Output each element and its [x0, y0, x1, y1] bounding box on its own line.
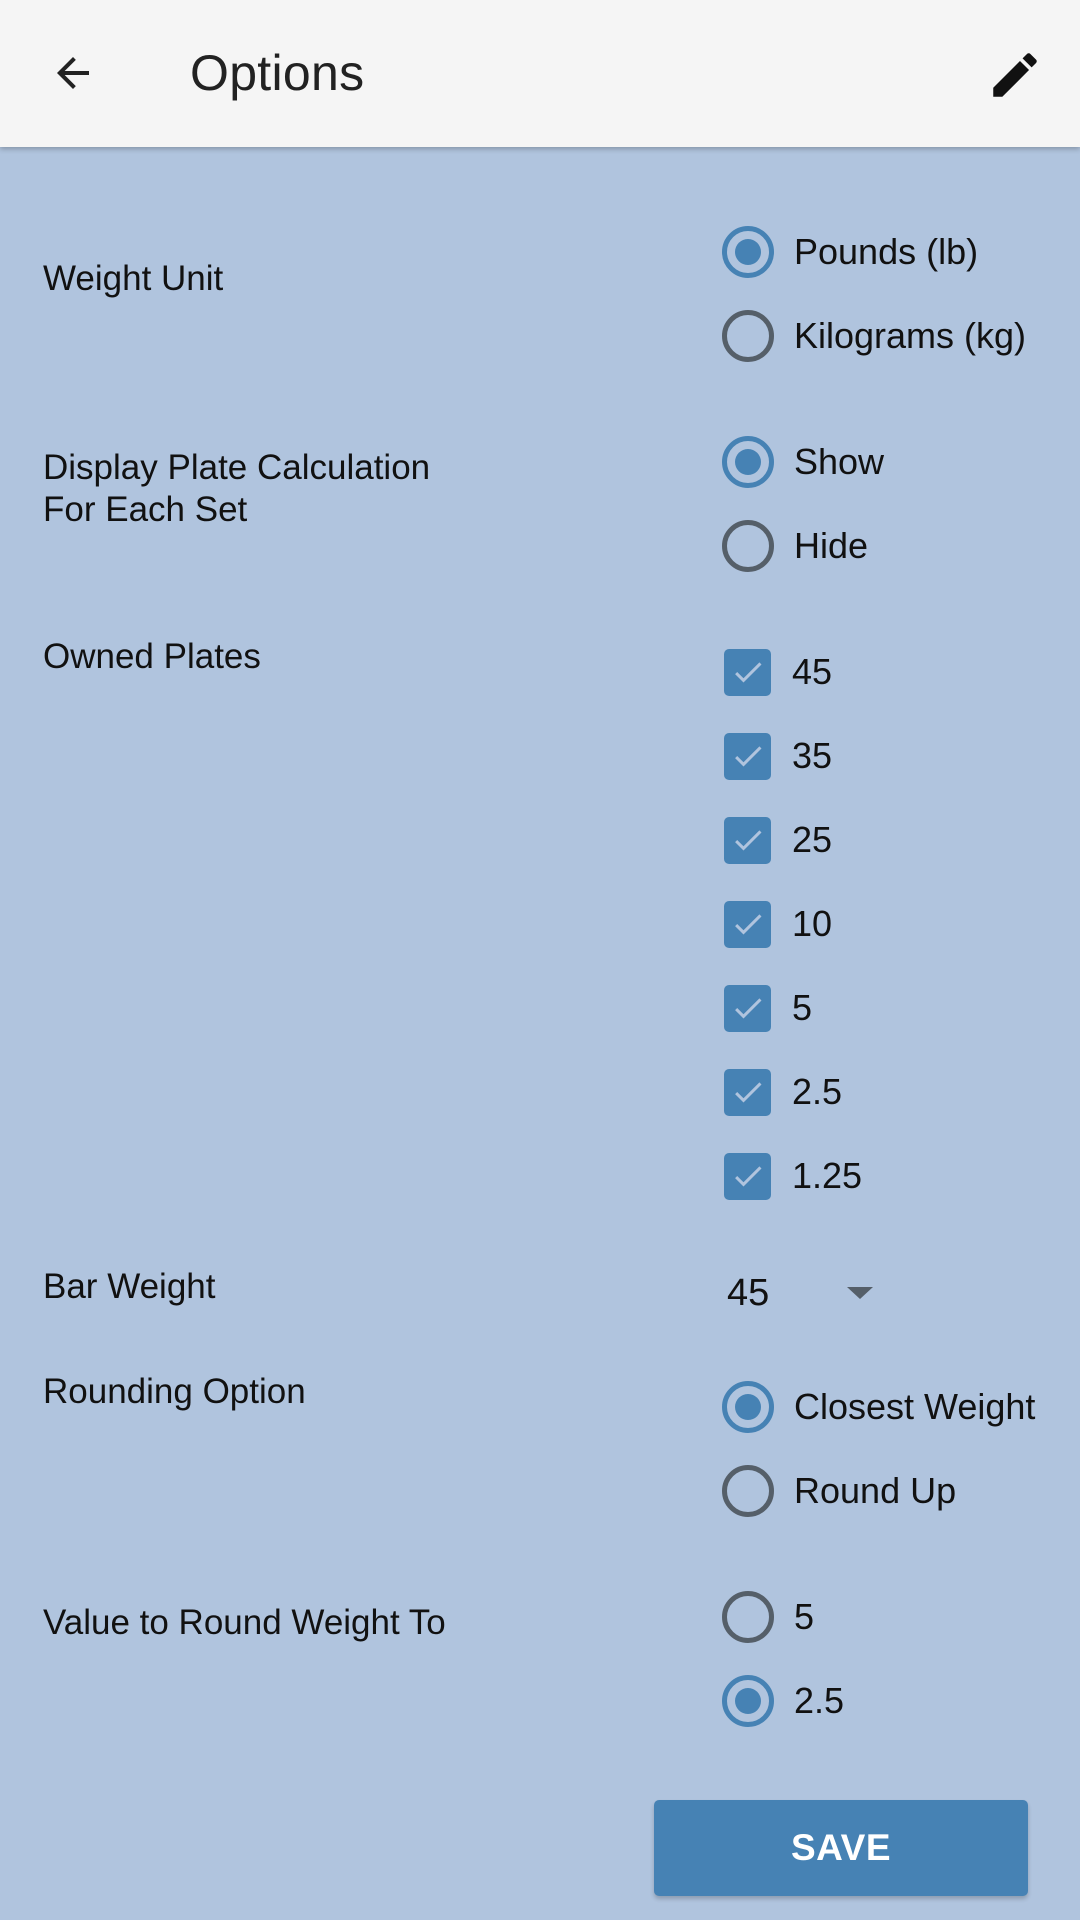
radio-round-5[interactable]: 5: [722, 1591, 814, 1643]
radio-label: Hide: [794, 525, 869, 566]
plate-checkbox-label: 35: [792, 735, 833, 776]
checkbox-checked-icon: [724, 816, 771, 864]
radio-unselected-icon: [722, 310, 774, 362]
plate-calc-label-line2: For Each Set: [43, 490, 248, 529]
arrow-back-icon: [57, 57, 89, 89]
checkbox-checked-icon: [724, 1152, 771, 1200]
rounding-option-label: Rounding Option: [43, 1372, 306, 1411]
save-button[interactable]: SAVE: [654, 1800, 1028, 1896]
radio-label: 2.5: [794, 1680, 845, 1721]
checkbox-checked-icon: [724, 648, 771, 696]
weight-unit-label: Weight Unit: [43, 259, 224, 298]
owned-plates-label: Owned Plates: [43, 637, 261, 676]
radio-unselected-icon: [722, 520, 774, 572]
edit-button[interactable]: [980, 42, 1050, 108]
plate-checkbox[interactable]: 2.5: [722, 1066, 842, 1118]
radio-hide[interactable]: Hide: [722, 520, 868, 572]
plate-checkbox[interactable]: 25: [722, 814, 832, 866]
radio-label: 5: [794, 1596, 815, 1637]
checkbox-checked-icon: [724, 1068, 771, 1116]
checkbox-checked-icon: [724, 984, 771, 1032]
page-title: Options: [190, 45, 365, 101]
radio-label: Pounds (lb): [794, 231, 979, 272]
dropdown-arrow-icon[interactable]: [847, 1287, 873, 1299]
radio-selected-icon: [722, 1675, 774, 1727]
radio-show[interactable]: Show: [722, 436, 884, 488]
bar-weight-label: Bar Weight: [43, 1267, 216, 1306]
plate-checkbox[interactable]: 45: [722, 646, 832, 698]
plate-checkbox-label: 1.25: [792, 1155, 863, 1196]
checkbox-checked-icon: [724, 900, 771, 948]
plate-checkbox-label: 25: [792, 819, 833, 860]
plate-checkbox-label: 45: [792, 651, 833, 692]
app-bar: Options: [0, 0, 1080, 147]
radio-kilograms[interactable]: Kilograms (kg): [722, 310, 1026, 362]
plate-checkbox-label: 5: [792, 987, 813, 1028]
back-button[interactable]: [40, 40, 106, 106]
pencil-icon: [993, 53, 1037, 97]
plate-calc-label-line1: Display Plate Calculation: [43, 448, 431, 487]
radio-unselected-icon: [722, 1591, 774, 1643]
plate-checkbox-label: 2.5: [792, 1071, 843, 1112]
plate-calc-label: Display Plate Calculation For Each Set: [43, 447, 430, 531]
round-to-label: Value to Round Weight To: [43, 1603, 446, 1642]
radio-round-2-5[interactable]: 2.5: [722, 1675, 844, 1727]
plate-checkbox[interactable]: 10: [722, 898, 832, 950]
radio-selected-icon: [722, 1381, 774, 1433]
plate-checkbox-label: 10: [792, 903, 833, 944]
plate-checkbox[interactable]: 5: [722, 982, 812, 1034]
radio-round-up[interactable]: Round Up: [722, 1465, 956, 1517]
radio-selected-icon: [722, 226, 774, 278]
plate-checkbox[interactable]: 35: [722, 730, 832, 782]
radio-selected-icon: [722, 436, 774, 488]
radio-label: Show: [794, 441, 885, 482]
checkbox-checked-icon: [724, 732, 771, 780]
radio-label: Kilograms (kg): [794, 315, 1027, 356]
radio-unselected-icon: [722, 1465, 774, 1517]
bar-weight-value: 45: [727, 1271, 770, 1314]
radio-pounds[interactable]: Pounds (lb): [722, 226, 978, 278]
plate-checkbox[interactable]: 1.25: [722, 1150, 862, 1202]
radio-label: Round Up: [794, 1470, 957, 1511]
radio-label: Closest Weight: [794, 1386, 1036, 1427]
radio-closest-weight[interactable]: Closest Weight: [722, 1381, 1035, 1433]
